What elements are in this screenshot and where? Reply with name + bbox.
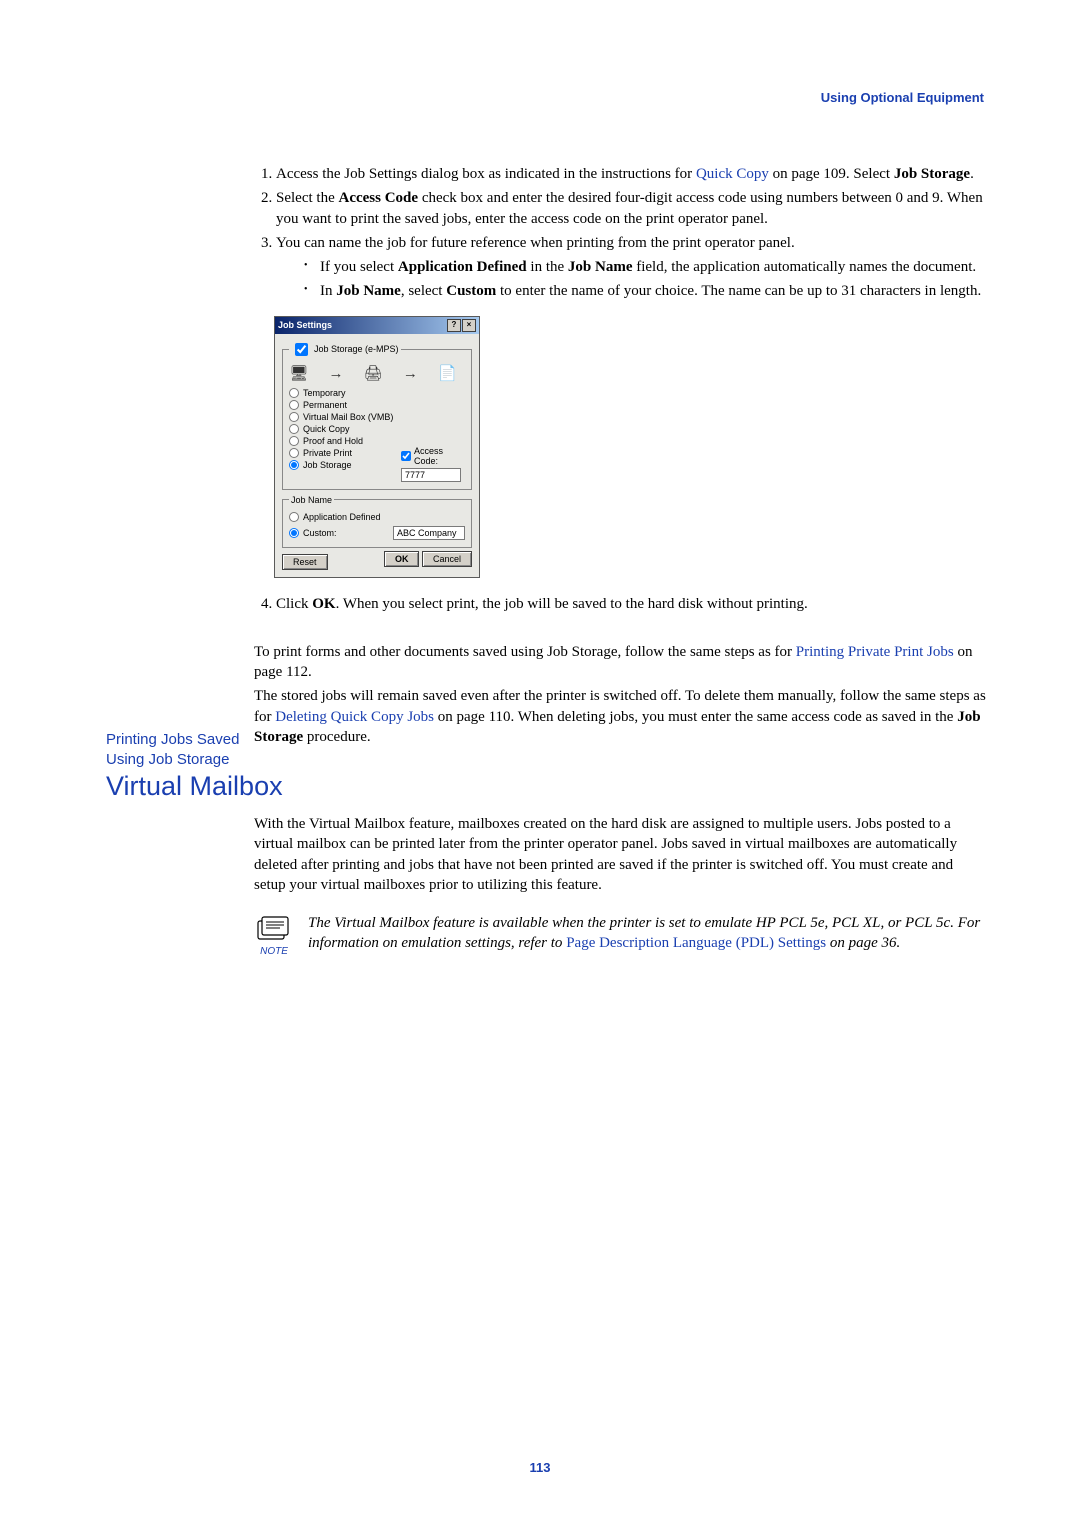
- radio-private-print[interactable]: [289, 448, 299, 458]
- label-proof-hold: Proof and Hold: [303, 436, 363, 446]
- radio-permanent[interactable]: [289, 400, 299, 410]
- step-3-bullets: If you select Application Defined in the…: [304, 257, 986, 302]
- step-1: Access the Job Settings dialog box as in…: [276, 164, 986, 184]
- access-code-checkbox[interactable]: [401, 451, 411, 461]
- b1-a: If you select: [320, 259, 398, 275]
- link-private-print-jobs[interactable]: Printing Private Print Jobs: [796, 644, 954, 660]
- b1-c: field, the application automatically nam…: [632, 259, 976, 275]
- label-app-defined: Application Defined: [303, 512, 381, 522]
- para-2: The stored jobs will remain saved even a…: [254, 686, 986, 747]
- para-1-a: To print forms and other documents saved…: [254, 644, 796, 660]
- step-3: You can name the job for future referenc…: [276, 233, 986, 302]
- b2-b: , select: [401, 283, 446, 299]
- radio-proof-hold[interactable]: [289, 436, 299, 446]
- label-job-storage: Job Storage: [303, 460, 352, 470]
- label-permanent: Permanent: [303, 400, 347, 410]
- step-2: Select the Access Code check box and ent…: [276, 188, 986, 229]
- vmb-body: With the Virtual Mailbox feature, mailbo…: [254, 814, 986, 895]
- step-4: Click OK. When you select print, the job…: [276, 594, 986, 614]
- running-header: Using Optional Equipment: [821, 90, 984, 105]
- b2-bold1: Job Name: [336, 283, 401, 299]
- link-quick-copy[interactable]: Quick Copy: [696, 166, 769, 182]
- bullet-1: If you select Application Defined in the…: [304, 257, 986, 277]
- close-button[interactable]: ×: [462, 319, 476, 332]
- para-2-b: on page 110. When deleting jobs, you mus…: [434, 709, 957, 725]
- help-button[interactable]: ?: [447, 319, 461, 332]
- label-custom: Custom:: [303, 528, 337, 538]
- b2-bold2: Custom: [446, 283, 496, 299]
- access-code-input[interactable]: [401, 468, 461, 482]
- page-number: 113: [0, 1460, 1080, 1475]
- note-block: NOTE The Virtual Mailbox feature is avai…: [254, 913, 986, 957]
- step-1-text-b: on page 109. Select: [769, 166, 894, 182]
- job-name-legend: Job Name: [289, 495, 334, 505]
- note-icon: [256, 913, 292, 943]
- step-1-text-a: Access the Job Settings dialog box as in…: [276, 166, 696, 182]
- b1-b: in the: [527, 259, 568, 275]
- heading-virtual-mailbox: Virtual Mailbox: [106, 771, 986, 802]
- ok-button[interactable]: OK: [384, 551, 420, 567]
- bullet-2: In Job Name, select Custom to enter the …: [304, 281, 986, 301]
- steps-list-cont: Click OK. When you select print, the job…: [254, 594, 986, 614]
- para-2-c: procedure.: [303, 729, 370, 745]
- step-4-b: . When you select print, the job will be…: [336, 596, 808, 612]
- link-deleting-quick-copy[interactable]: Deleting Quick Copy Jobs: [275, 709, 434, 725]
- b1-bold2: Job Name: [568, 259, 633, 275]
- reset-button[interactable]: Reset: [282, 554, 328, 570]
- label-private-print: Private Print: [303, 448, 352, 458]
- radio-temporary[interactable]: [289, 388, 299, 398]
- access-code-label: Access Code:: [414, 446, 465, 466]
- dialog-title: Job Settings: [278, 320, 332, 330]
- label-quick-copy: Quick Copy: [303, 424, 350, 434]
- step-3-text: You can name the job for future referenc…: [276, 235, 795, 251]
- radio-app-defined[interactable]: [289, 512, 299, 522]
- flow-icons: 🖥 → 🖨 → 📄: [289, 364, 465, 382]
- para-1: To print forms and other documents saved…: [254, 642, 986, 683]
- custom-name-input[interactable]: [393, 526, 465, 540]
- label-vmb: Virtual Mail Box (VMB): [303, 412, 393, 422]
- radio-vmb[interactable]: [289, 412, 299, 422]
- step-1-text-c: .: [970, 166, 974, 182]
- link-pdl-settings[interactable]: Page Description Language (PDL) Settings: [566, 935, 826, 951]
- radio-custom[interactable]: [289, 528, 299, 538]
- step-2-text-a: Select the: [276, 190, 338, 206]
- job-storage-group: Job Storage (e-MPS) 🖥 → 🖨 → 📄 Temporary …: [282, 340, 472, 490]
- step-4-bold: OK: [312, 596, 335, 612]
- cancel-button[interactable]: Cancel: [422, 551, 472, 567]
- b2-c: to enter the name of your choice. The na…: [496, 283, 981, 299]
- b2-a: In: [320, 283, 336, 299]
- job-name-group: Job Name Application Defined Custom:: [282, 495, 472, 548]
- radio-job-storage[interactable]: [289, 460, 299, 470]
- step-2-bold: Access Code: [338, 190, 418, 206]
- label-temporary: Temporary: [303, 388, 346, 398]
- job-settings-dialog: Job Settings ? × Job Storage (e-MPS): [274, 316, 986, 578]
- note-text-b: on page 36.: [826, 935, 900, 951]
- job-storage-checkbox[interactable]: [295, 343, 308, 356]
- job-storage-label: Job Storage (e-MPS): [314, 344, 399, 354]
- note-label: NOTE: [254, 946, 294, 957]
- radio-quick-copy[interactable]: [289, 424, 299, 434]
- step-1-bold: Job Storage: [894, 166, 970, 182]
- b1-bold1: Application Defined: [398, 259, 527, 275]
- steps-list: Access the Job Settings dialog box as in…: [254, 164, 986, 302]
- side-heading-printing-jobs: Printing Jobs Saved Using Job Storage: [106, 730, 242, 771]
- step-4-a: Click: [276, 596, 312, 612]
